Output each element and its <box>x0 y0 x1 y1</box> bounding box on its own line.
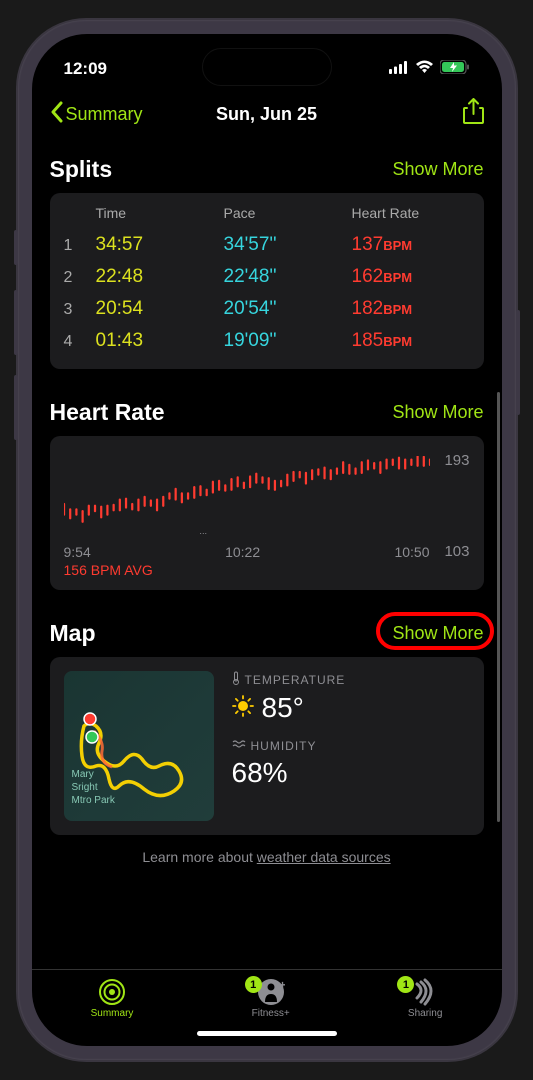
table-row: 3 20:54 20'54'' 182BPM <box>64 293 470 325</box>
hr-time-2: 10:22 <box>225 544 260 560</box>
map-title: Map <box>50 620 96 647</box>
svg-text:+: + <box>279 978 285 992</box>
back-button[interactable]: Summary <box>50 101 143 128</box>
humidity-label: HUMIDITY <box>232 738 346 753</box>
table-row: 4 01:43 19'09'' 185BPM <box>64 325 470 357</box>
dynamic-island <box>202 48 332 86</box>
splits-card: Time Pace Heart Rate 1 34:57 34'57'' 137… <box>50 193 484 369</box>
tab-fitness-plus[interactable]: 1 + Fitness+ <box>252 978 290 1019</box>
summary-icon <box>98 978 126 1006</box>
back-label: Summary <box>66 104 143 125</box>
table-row: 2 22:48 22'48'' 162BPM <box>64 261 470 293</box>
thermometer-icon <box>232 671 240 688</box>
map-show-more[interactable]: Show More <box>392 623 483 644</box>
wifi-icon <box>415 59 434 79</box>
hr-avg-label: 156 BPM AVG <box>64 562 153 578</box>
share-button[interactable] <box>463 98 484 130</box>
col-hr: Heart Rate <box>352 205 470 221</box>
scroll-indicator[interactable] <box>497 392 500 822</box>
splits-title: Splits <box>50 156 113 183</box>
temperature-label: TEMPERATURE <box>232 671 346 688</box>
hr-time-1: 9:54 <box>64 544 91 560</box>
temperature-value: 85° <box>262 692 304 724</box>
map-thumbnail[interactable]: Mary Sright Mtro Park <box>64 671 214 821</box>
tab-summary[interactable]: Summary <box>91 978 134 1019</box>
hr-min: 103 <box>444 543 469 560</box>
table-row: 1 34:57 34'57'' 137BPM <box>64 229 470 261</box>
home-indicator[interactable] <box>197 1031 337 1036</box>
sharing-icon <box>411 978 439 1006</box>
battery-icon <box>440 59 470 79</box>
svg-text:...: ... <box>199 526 207 536</box>
hr-max: 193 <box>444 452 469 469</box>
heart-rate-title: Heart Rate <box>50 399 165 426</box>
heart-rate-show-more[interactable]: Show More <box>392 402 483 423</box>
tab-bar: Summary 1 + Fitness+ 1 Sharing <box>32 969 502 1025</box>
share-icon <box>463 112 484 129</box>
humidity-value: 68% <box>232 757 288 789</box>
heart-rate-chart: ... <box>64 456 430 536</box>
sun-icon <box>232 692 254 724</box>
weather-source-link[interactable]: Learn more about weather data sources <box>50 849 484 865</box>
status-time: 12:09 <box>64 59 107 79</box>
tab-sharing[interactable]: 1 Sharing <box>408 978 442 1019</box>
map-card[interactable]: Mary Sright Mtro Park TEMPERATURE <box>50 657 484 835</box>
badge: 1 <box>245 976 262 993</box>
signal-icon <box>389 59 409 79</box>
col-pace: Pace <box>224 205 342 221</box>
col-time: Time <box>96 205 214 221</box>
splits-show-more[interactable]: Show More <box>392 159 483 180</box>
page-title: Sun, Jun 25 <box>216 104 317 125</box>
map-park-label: Mary Sright Mtro Park <box>72 768 115 807</box>
humidity-icon <box>232 738 246 753</box>
heart-rate-card[interactable]: 193 103 ... 9:54 10:22 10:50 156 BPM AVG <box>50 436 484 590</box>
chevron-left-icon <box>50 101 63 128</box>
hr-time-3: 10:50 <box>394 544 429 560</box>
